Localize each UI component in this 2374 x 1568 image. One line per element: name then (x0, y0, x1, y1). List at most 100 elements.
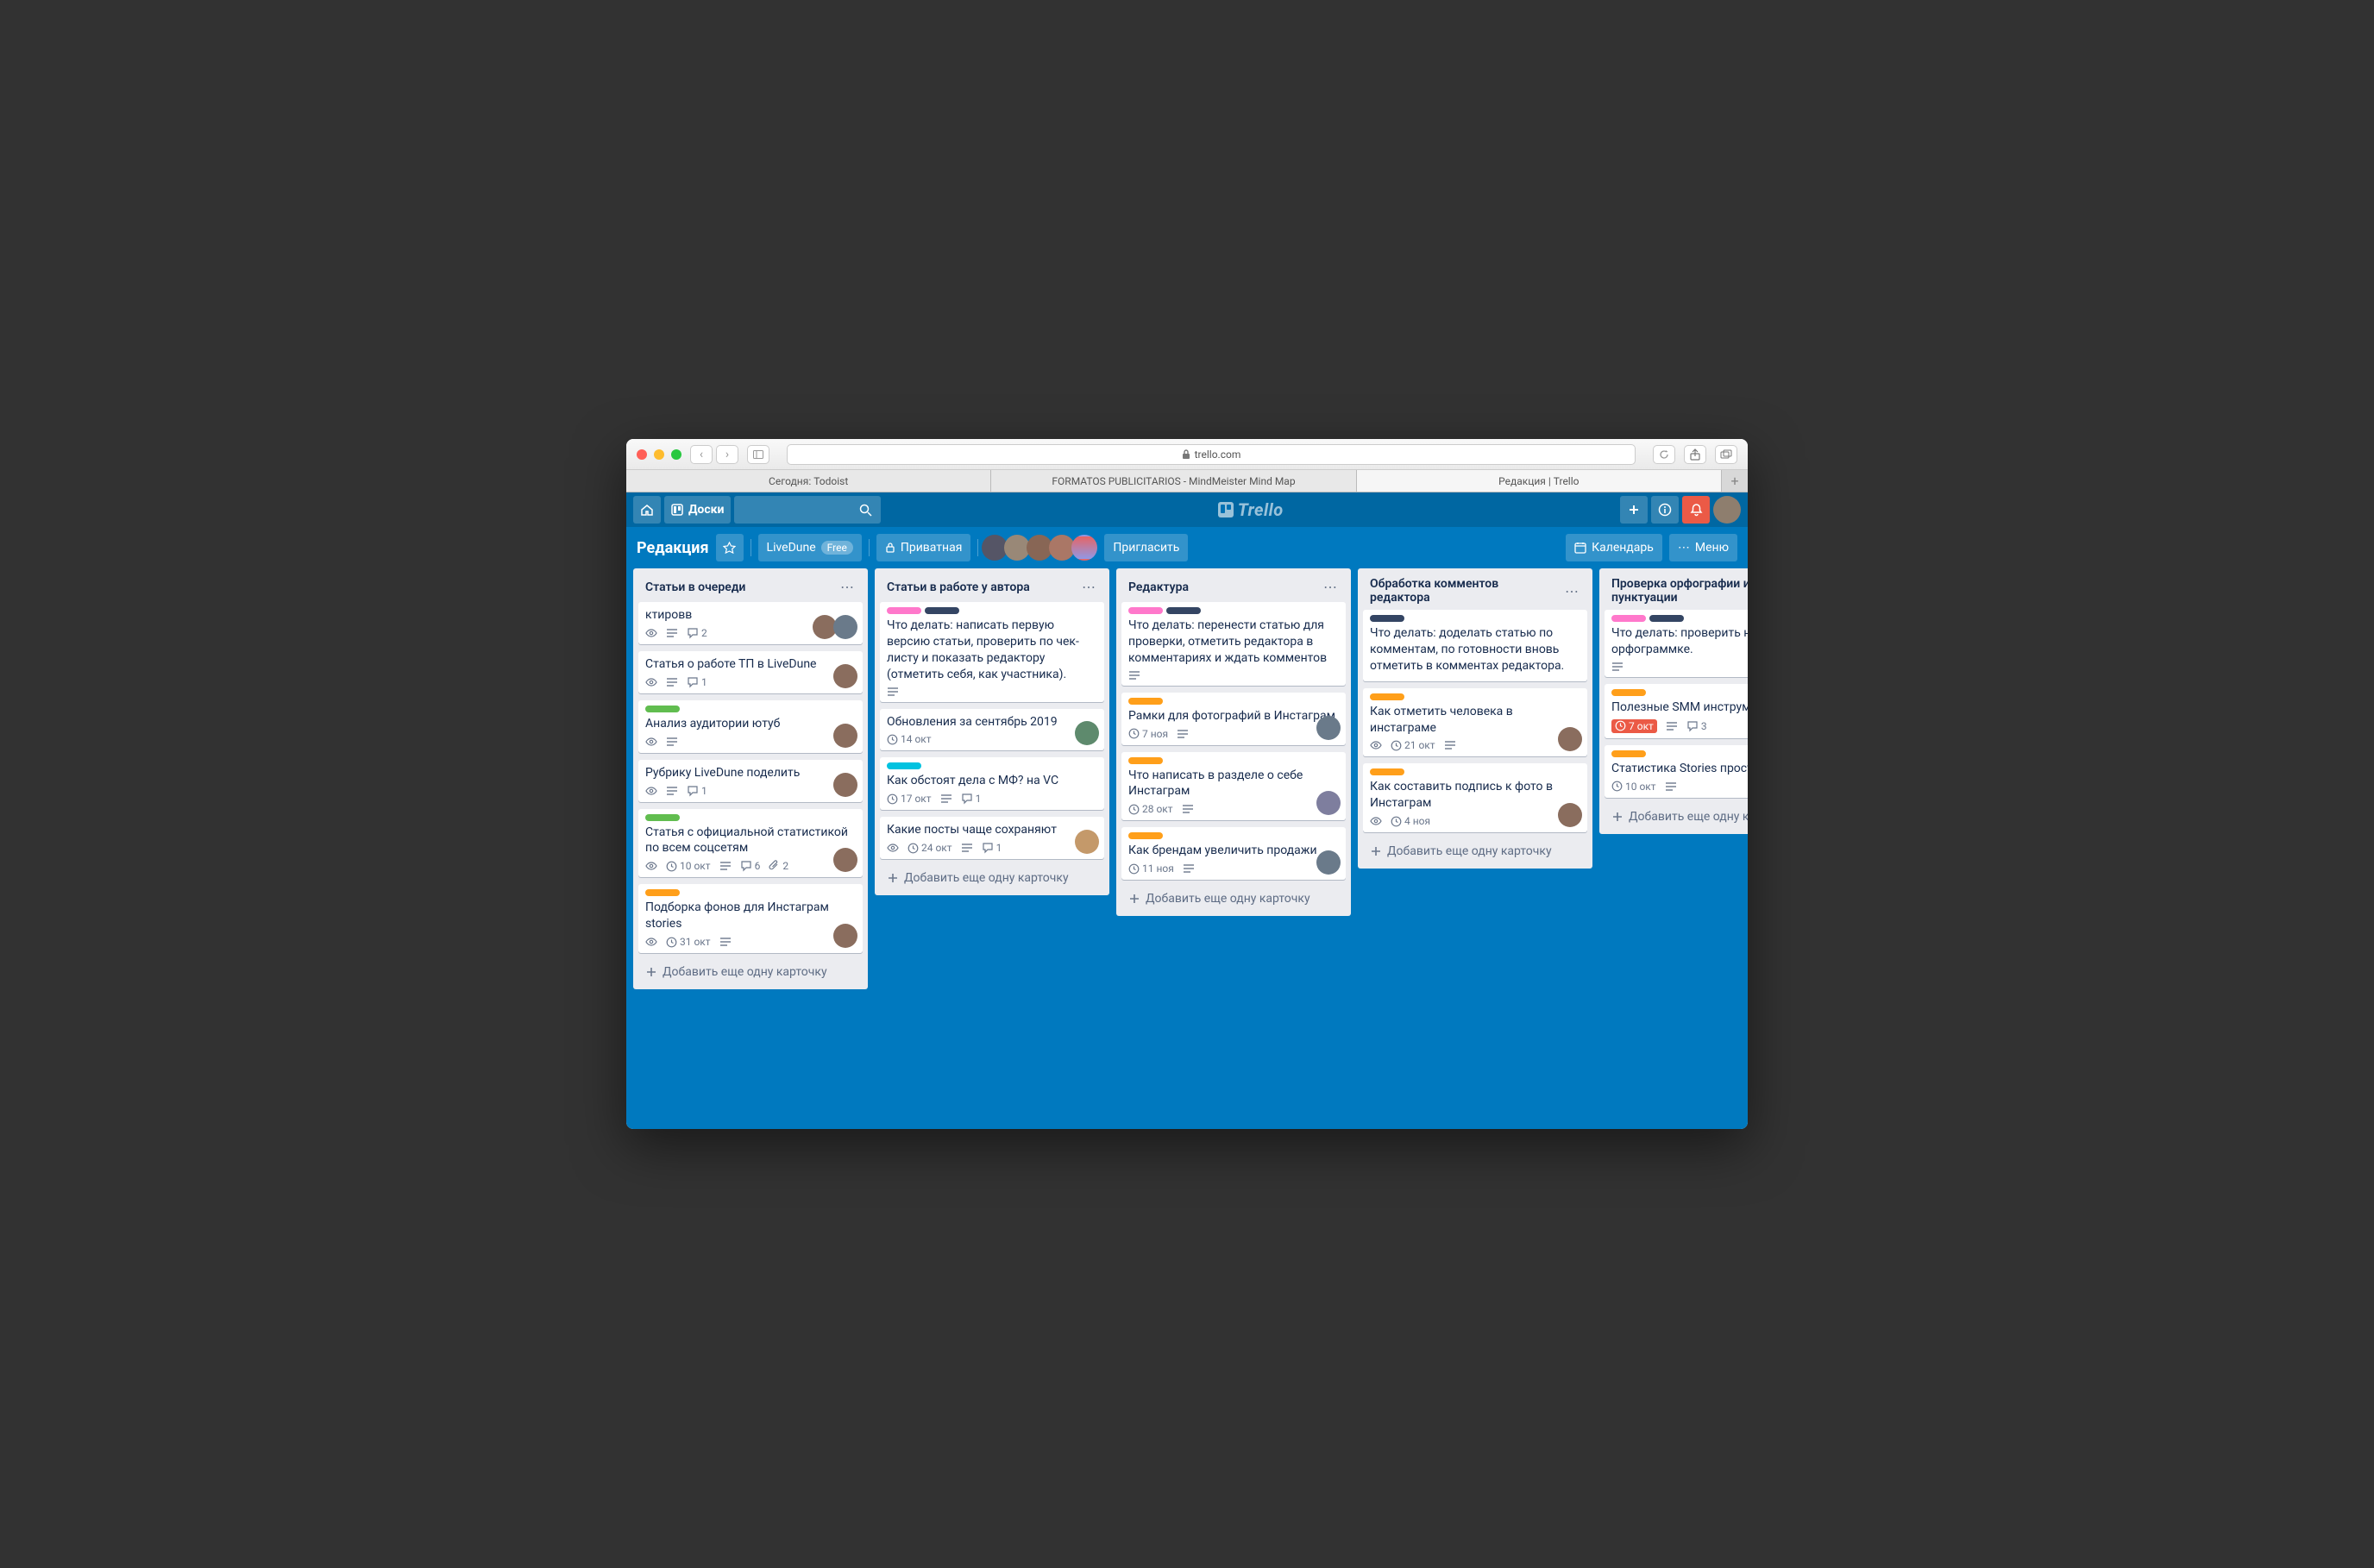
back-button[interactable]: ‹ (690, 445, 713, 464)
card-member-avatar[interactable] (833, 924, 857, 948)
card[interactable]: Как составить подпись к фото в Инстаграм… (1363, 763, 1587, 832)
card[interactable]: Статья с официальной статистикой по всем… (638, 809, 863, 878)
invite-button[interactable]: Пригласить (1104, 534, 1188, 561)
label-orange[interactable] (1128, 698, 1163, 705)
notifications-button[interactable] (1682, 496, 1710, 524)
list-title[interactable]: Редактура (1128, 580, 1189, 594)
label-orange[interactable] (1611, 689, 1646, 696)
info-button[interactable] (1651, 496, 1679, 524)
label-dark[interactable] (1649, 615, 1684, 622)
new-tab-button[interactable]: + (1722, 470, 1748, 492)
list-menu-button[interactable]: ⋯ (835, 577, 859, 597)
label-orange[interactable] (1370, 768, 1404, 775)
list-menu-button[interactable]: ⋯ (1318, 577, 1342, 597)
card-member-avatar[interactable] (1558, 727, 1582, 751)
card-member-avatar[interactable] (833, 724, 857, 748)
card[interactable]: Полезные SMM инструменты 7 окт 3 (1605, 684, 1748, 738)
card[interactable]: Какие посты чаще сохраняют 24 окт 1 (880, 817, 1104, 859)
list-title[interactable]: Обработка комментов редактора (1370, 577, 1560, 605)
board-members[interactable] (985, 535, 1097, 561)
home-button[interactable] (633, 496, 661, 524)
board-canvas[interactable]: Статьи в очереди ⋯ ктировв 2 Статья о рабо… (626, 568, 1748, 1129)
card[interactable]: Анализ аудитории ютуб (638, 700, 863, 753)
card-member-avatar[interactable] (1075, 830, 1099, 854)
label-pink[interactable] (1128, 607, 1163, 614)
label-sky[interactable] (887, 762, 921, 769)
card-member-avatar[interactable] (1558, 803, 1582, 827)
add-card-button[interactable]: Добавить еще одну карточку (880, 866, 1104, 890)
label-dark[interactable] (1370, 615, 1404, 622)
card-title: Статья о работе ТП в LiveDune (645, 656, 856, 673)
browser-tab[interactable]: FORMATOS PUBLICITARIOS - MindMeister Min… (991, 470, 1356, 492)
card[interactable]: Подборка фонов для Инстаграм stories 31 … (638, 884, 863, 953)
label-dark[interactable] (925, 607, 959, 614)
card[interactable]: Что делать: доделать статью по комментам… (1363, 610, 1587, 681)
add-card-button[interactable]: Добавить еще одну карточку (1363, 839, 1587, 863)
list-menu-button[interactable]: ⋯ (1077, 577, 1101, 597)
card-member-avatar[interactable] (1316, 850, 1341, 875)
boards-button[interactable]: Доски (664, 496, 731, 524)
label-orange[interactable] (1370, 693, 1404, 700)
card-member-avatar[interactable] (833, 615, 857, 639)
forward-button[interactable]: › (716, 445, 738, 464)
label-green[interactable] (645, 814, 680, 821)
card[interactable]: Как отметить человека в инстаграме 21 ок… (1363, 688, 1587, 757)
card-member-avatar[interactable] (833, 773, 857, 797)
label-orange[interactable] (1611, 750, 1646, 757)
address-bar[interactable]: trello.com (787, 444, 1636, 465)
reload-button[interactable] (1653, 445, 1675, 464)
card[interactable]: Что делать: написать первую версию стать… (880, 602, 1104, 702)
calendar-button[interactable]: Календарь (1566, 534, 1662, 561)
card[interactable]: Как брендам увеличить продажи 11 ноя (1121, 827, 1346, 880)
team-button[interactable]: LiveDune Free (758, 534, 862, 561)
add-card-button[interactable]: Добавить еще одну карточку (638, 960, 863, 984)
card-member-avatar[interactable] (833, 664, 857, 688)
tabs-button[interactable] (1715, 445, 1737, 464)
label-orange[interactable] (1128, 757, 1163, 764)
member-avatar[interactable] (1071, 535, 1097, 561)
card[interactable]: Как обстоят дела с МФ? на VC 17 окт 1 (880, 757, 1104, 810)
add-card-button[interactable]: Добавить еще одну карточку (1605, 805, 1748, 829)
browser-tab-active[interactable]: Редакция | Trello (1357, 470, 1722, 492)
card-badges: 24 окт 1 (887, 842, 1097, 854)
user-avatar[interactable] (1713, 496, 1741, 524)
add-card-button[interactable]: Добавить еще одну карточку (1121, 887, 1346, 911)
share-button[interactable] (1684, 445, 1706, 464)
board-title[interactable]: Редакция (637, 539, 709, 557)
card-member-avatar[interactable] (833, 848, 857, 872)
card[interactable]: Что делать: перенести статью для проверк… (1121, 602, 1346, 686)
card[interactable]: Обновления за сентябрь 2019 14 окт (880, 709, 1104, 751)
label-orange[interactable] (1128, 832, 1163, 839)
close-window-button[interactable] (637, 449, 647, 460)
card[interactable]: Рамки для фотографий в Инстаграм 7 ноя (1121, 693, 1346, 745)
card-member-avatar[interactable] (1075, 721, 1099, 745)
card[interactable]: Что написать в разделе о себе Инстаграм … (1121, 752, 1346, 821)
search-input[interactable] (734, 496, 881, 524)
card[interactable]: Статья о работе ТП в LiveDune 1 (638, 651, 863, 693)
list-menu-button[interactable]: ⋯ (1560, 581, 1584, 601)
browser-tab[interactable]: Сегодня: Todoist (626, 470, 991, 492)
minimize-window-button[interactable] (654, 449, 664, 460)
card[interactable]: Рубрику LiveDune поделить 1 (638, 760, 863, 802)
label-dark[interactable] (1166, 607, 1201, 614)
maximize-window-button[interactable] (671, 449, 681, 460)
star-board-button[interactable] (716, 534, 744, 561)
sidebar-toggle-button[interactable] (747, 445, 769, 464)
card-member-avatar[interactable] (1316, 716, 1341, 740)
list-title[interactable]: Статьи в работе у автора (887, 580, 1030, 594)
card-member-avatar[interactable] (1316, 791, 1341, 815)
list-title[interactable]: Проверка орфографии и пунктуации (1611, 577, 1748, 605)
label-green[interactable] (645, 706, 680, 712)
card[interactable]: Что делать: проверить на орфограммке. (1605, 610, 1748, 677)
label-orange[interactable] (645, 889, 680, 896)
create-button[interactable] (1620, 496, 1648, 524)
list-title[interactable]: Статьи в очереди (645, 580, 745, 594)
label-pink[interactable] (1611, 615, 1646, 622)
home-icon (640, 503, 654, 517)
label-pink[interactable] (887, 607, 921, 614)
card[interactable]: ктировв 2 (638, 602, 863, 644)
card[interactable]: Статистика Stories простым языком 10 окт (1605, 745, 1748, 798)
trello-logo[interactable]: Trello (884, 499, 1617, 520)
menu-button[interactable]: ⋯ Меню (1669, 534, 1737, 561)
visibility-button[interactable]: Приватная (876, 534, 971, 561)
